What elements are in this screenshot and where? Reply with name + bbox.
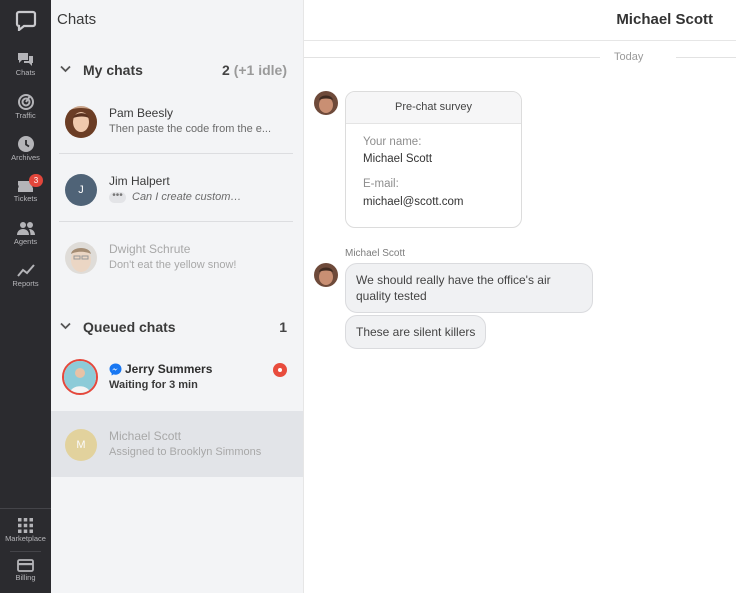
archives-icon: [17, 136, 34, 152]
chat-preview: ••• Can I create custom…: [109, 191, 274, 203]
chat-name: Pam Beesly: [109, 106, 174, 120]
unread-indicator-icon: [273, 363, 287, 377]
rail-item-chats[interactable]: Chats: [0, 52, 51, 77]
billing-icon: [17, 559, 34, 572]
chat-row-jerry-summers[interactable]: Jerry Summers Waiting for 3 min: [51, 344, 303, 410]
chats-icon: [18, 53, 33, 66]
rail-item-marketplace[interactable]: Marketplace: [0, 518, 51, 543]
chat-preview: Waiting for 3 min: [109, 379, 198, 391]
rail-item-billing[interactable]: Billing: [0, 559, 51, 582]
chat-header: Michael Scott: [304, 0, 736, 41]
chat-name: Michael Scott: [109, 429, 182, 443]
divider: [304, 57, 600, 58]
survey-email-label: E-mail:: [363, 178, 399, 190]
survey-email-value: michael@scott.com: [363, 196, 464, 208]
pre-chat-survey-card: Pre-chat survey Your name: Michael Scott…: [345, 91, 522, 228]
message-sender-name: Michael Scott: [345, 248, 406, 259]
navigation-rail: Chats Traffic Archives 3 Tickets Agents …: [0, 0, 51, 593]
chat-preview: Don't eat the yellow snow!: [109, 259, 237, 271]
divider: [59, 221, 293, 222]
rail-label-reports: Reports: [12, 279, 39, 288]
rail-item-agents[interactable]: Agents: [0, 221, 51, 246]
agents-icon: [16, 222, 35, 235]
rail-label-billing: Billing: [15, 573, 36, 582]
avatar: J: [65, 174, 97, 206]
rail-item-traffic[interactable]: Traffic: [0, 94, 51, 120]
survey-name-value: Michael Scott: [363, 153, 433, 165]
divider: [59, 153, 293, 154]
rail-label-archives: Archives: [11, 153, 40, 162]
my-chats-label: My chats: [83, 62, 143, 78]
chat-list-panel: Chats My chats 2 (+1 idle) Pam Beesly Th…: [51, 0, 303, 593]
chat-view: Michael Scott Today Pre-chat survey Your…: [303, 0, 736, 593]
chevron-down-icon: [60, 322, 71, 330]
queued-chats-count: 1: [279, 319, 287, 335]
traffic-icon: [17, 94, 34, 110]
rail-label-marketplace: Marketplace: [5, 534, 46, 543]
avatar: [62, 359, 98, 395]
message-bubble: These are silent killers: [345, 315, 487, 349]
rail-item-tickets[interactable]: 3 Tickets: [0, 174, 51, 203]
customer-avatar: [314, 263, 338, 287]
survey-title: Pre-chat survey: [346, 92, 521, 124]
rail-label-traffic: Traffic: [15, 111, 36, 120]
page-title: Chats: [57, 11, 97, 28]
rail-item-archives[interactable]: Archives: [0, 136, 51, 162]
chat-preview: Assigned to Brooklyn Simmons: [109, 446, 262, 458]
chat-name: Dwight Schrute: [109, 242, 191, 256]
rail-label-tickets: Tickets: [13, 194, 38, 203]
my-chats-count: 2 (+1 idle): [222, 62, 287, 78]
day-separator-label: Today: [614, 51, 644, 63]
message-bubble: We should really have the office's air q…: [345, 263, 593, 313]
my-chats-section-toggle[interactable]: My chats 2 (+1 idle): [51, 60, 303, 82]
logo-icon[interactable]: [0, 9, 51, 31]
chat-row-dwight-schrute[interactable]: Dwight Schrute Don't eat the yellow snow…: [51, 224, 303, 290]
customer-avatar: [314, 91, 338, 115]
chevron-down-icon: [60, 65, 71, 73]
rail-label-agents: Agents: [13, 237, 38, 246]
typing-indicator-icon: •••: [109, 191, 126, 203]
rail-label-chats: Chats: [15, 68, 36, 77]
chat-name: Jim Halpert: [109, 174, 170, 188]
queued-chats-section-toggle[interactable]: Queued chats 1: [51, 317, 303, 339]
queued-chats-label: Queued chats: [83, 319, 176, 335]
survey-name-label: Your name:: [363, 136, 422, 148]
rail-divider-small: [10, 551, 41, 552]
avatar: M: [65, 429, 97, 461]
chat-row-michael-scott[interactable]: M Michael Scott Assigned to Brooklyn Sim…: [51, 411, 303, 477]
avatar: [65, 106, 97, 138]
tickets-badge: 3: [29, 174, 43, 187]
reports-icon: [16, 264, 35, 277]
divider: [676, 57, 736, 58]
rail-item-reports[interactable]: Reports: [0, 263, 51, 288]
marketplace-icon: [18, 518, 33, 533]
chat-name: Jerry Summers: [125, 362, 213, 376]
avatar: [65, 242, 97, 274]
rail-divider: [0, 508, 51, 509]
chat-title: Michael Scott: [616, 11, 713, 28]
chat-row-jim-halpert[interactable]: J Jim Halpert ••• Can I create custom…: [51, 156, 303, 222]
chat-row-pam-beesly[interactable]: Pam Beesly Then paste the code from the …: [51, 88, 303, 154]
chat-preview: Then paste the code from the e...: [109, 123, 272, 135]
messenger-icon: [109, 363, 122, 376]
